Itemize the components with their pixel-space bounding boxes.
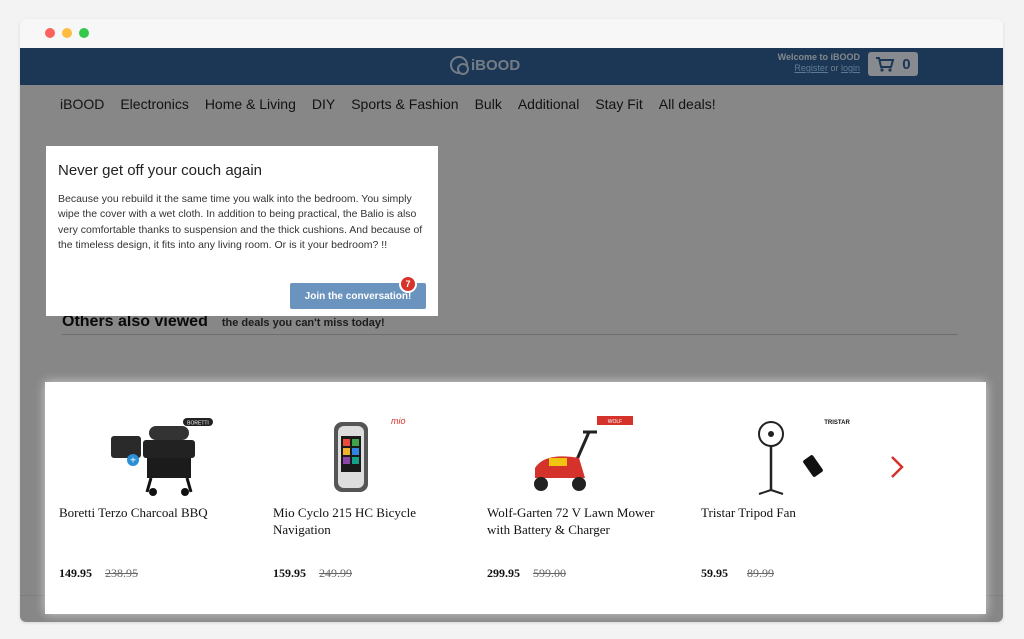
carousel-next-button[interactable]: [885, 452, 909, 482]
brand-label: WOLF: [608, 419, 622, 425]
product-price: 149.95: [59, 566, 92, 580]
product-card[interactable]: WOLF Wolf-Garten 72 V Lawn Mower with Ba…: [473, 382, 673, 614]
browser-window: iBOOD Welcome to iBOOD Register or login…: [20, 19, 1003, 622]
comment-count-badge: 7: [399, 275, 417, 293]
product-card[interactable]: TRISTAR Tristar Tripod Fan 59.95 89.99: [687, 382, 887, 614]
chevron-right-icon: [891, 456, 904, 478]
product-price: 159.95: [273, 566, 306, 580]
window-chrome: [20, 19, 1003, 48]
product-carousel: BORETTI + Boretti Terzo Charcoal BBQ 149…: [45, 382, 986, 614]
deal-popup: Never get off your couch again Because y…: [46, 146, 438, 316]
lawn-mower-image: WOLF: [534, 416, 633, 491]
product-name[interactable]: Tristar Tripod Fan: [701, 504, 871, 521]
product-name[interactable]: Mio Cyclo 215 HC Bicycle Navigation: [273, 504, 443, 538]
minimize-window-button[interactable]: [62, 28, 72, 38]
close-window-button[interactable]: [45, 28, 55, 38]
tripod-fan-image: TRISTAR: [758, 420, 850, 495]
product-card[interactable]: BORETTI + Boretti Terzo Charcoal BBQ 149…: [45, 382, 245, 614]
bbq-grill-image: BORETTI +: [111, 418, 213, 496]
product-old-price: 238.95: [105, 566, 138, 580]
product-old-price: 599.00: [533, 566, 566, 580]
product-old-price: 89.99: [747, 566, 774, 580]
popup-body: Because you rebuild it the same time you…: [58, 193, 423, 251]
brand-label: mio: [391, 416, 406, 426]
bike-navigation-image: mio: [334, 416, 406, 492]
popup-title: Never get off your couch again: [58, 162, 263, 179]
product-name[interactable]: Boretti Terzo Charcoal BBQ: [59, 504, 229, 521]
product-price: 299.95: [487, 566, 520, 580]
svg-text:+: +: [130, 456, 136, 467]
brand-label: BORETTI: [187, 421, 209, 427]
maximize-window-button[interactable]: [79, 28, 89, 38]
brand-label: TRISTAR: [824, 420, 850, 426]
product-price: 59.95: [701, 566, 728, 580]
product-card[interactable]: mio Mio Cyclo 215 HC Bicycle Navigation …: [259, 382, 459, 614]
product-name[interactable]: Wolf-Garten 72 V Lawn Mower with Battery…: [487, 504, 657, 538]
page-viewport: iBOOD Welcome to iBOOD Register or login…: [20, 48, 1003, 622]
product-old-price: 249.99: [319, 566, 352, 580]
